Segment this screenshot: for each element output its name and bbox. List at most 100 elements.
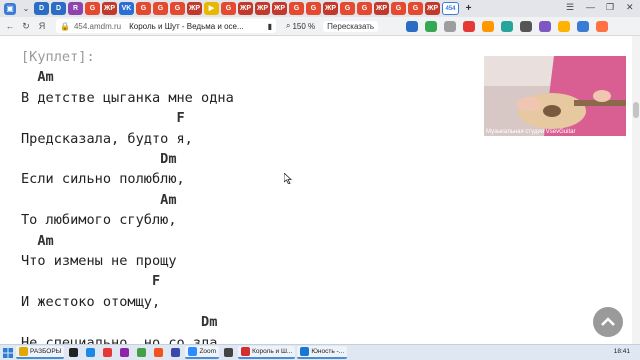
taskbar-app[interactable]	[221, 346, 236, 359]
video-player[interactable]: Музыкальная студия VsevGuitar	[484, 56, 626, 136]
address-domain: 454.amdm.ru	[73, 21, 122, 31]
app-icon	[69, 348, 79, 357]
taskbar-app-label: Король и Ш...	[252, 348, 293, 355]
taskbar-app-label: РАЗБОРЫ	[30, 348, 62, 355]
browser-tab[interactable]: R	[68, 2, 83, 15]
browser-tab[interactable]: G	[306, 2, 321, 15]
browser-tab[interactable]: ЖР	[102, 2, 117, 15]
section-heading: [Куплет]:	[21, 49, 95, 65]
browser-tab[interactable]: ЖР	[323, 2, 338, 15]
tabs-container: D D R G ЖР VK G G G ЖР ▶ G ЖР ЖР ЖР G G ЖР G G ЖР G G ЖР	[32, 2, 440, 15]
video-frame	[484, 56, 626, 136]
taskbar-app[interactable]	[100, 346, 115, 359]
extension-icon[interactable]	[577, 20, 590, 32]
browser-tab[interactable]: G	[340, 2, 355, 15]
maximize-icon[interactable]: ❐	[606, 2, 614, 13]
lyric-line: Предсказала, будто я,	[21, 130, 193, 147]
extension-icon[interactable]	[482, 20, 495, 32]
taskbar-app[interactable]	[151, 346, 166, 359]
system-clock[interactable]: 18:41	[614, 348, 630, 355]
taskbar-app[interactable]	[83, 346, 98, 359]
browser-tab[interactable]: ЖР	[374, 2, 389, 15]
app-icon	[224, 348, 234, 357]
browser-tab[interactable]: ЖР	[255, 2, 270, 15]
reload-icon[interactable]: ↻	[20, 21, 32, 32]
zoom-indicator[interactable]: ⌕ 150 %	[286, 21, 315, 31]
mouse-cursor-icon	[284, 173, 292, 184]
app-icon	[86, 348, 96, 357]
extension-icon[interactable]	[444, 20, 457, 32]
scrollbar-thumb[interactable]	[633, 102, 639, 118]
lock-icon: 🔒	[60, 21, 70, 31]
extension-icon[interactable]	[425, 20, 438, 32]
close-icon[interactable]: ✕	[626, 2, 634, 13]
bookmark-icon[interactable]: ▮	[268, 22, 272, 31]
extension-icon[interactable]	[463, 20, 476, 32]
chord-line: Am	[21, 191, 177, 208]
browser-tab[interactable]: G	[153, 2, 168, 15]
lyric-line: В детстве цыганка мне одна	[21, 89, 234, 106]
extension-icon[interactable]	[406, 20, 419, 32]
scroll-to-top-button[interactable]	[593, 307, 623, 337]
bookmarks-icon[interactable]: ☰	[566, 2, 574, 13]
browser-tab[interactable]: G	[136, 2, 151, 15]
browser-tab[interactable]: VK	[119, 2, 134, 15]
app-icon	[188, 347, 198, 356]
retell-button[interactable]: Пересказать	[323, 20, 379, 32]
browser-tab[interactable]: G	[357, 2, 372, 15]
browser-tab[interactable]: D	[51, 2, 66, 15]
extension-icon[interactable]	[558, 20, 571, 32]
browser-tab[interactable]: D	[34, 2, 49, 15]
minimize-icon[interactable]: —	[586, 2, 595, 12]
browser-tab[interactable]: G	[221, 2, 236, 15]
taskbar-app[interactable]	[134, 346, 149, 359]
app-icon	[171, 348, 181, 357]
yandex-icon[interactable]: Я	[36, 21, 48, 31]
taskbar-app-label: Юность -...	[311, 348, 345, 355]
app-icon	[103, 348, 113, 357]
zoom-icon: ⌕	[286, 21, 291, 30]
browser-tab[interactable]: ЖР	[272, 2, 287, 15]
app-icon	[120, 348, 130, 357]
taskbar-app[interactable]: Юность -...	[297, 346, 348, 359]
browser-tab[interactable]: G	[408, 2, 423, 15]
address-bar[interactable]: 🔒 454.amdm.ru Король и Шут - Ведьма и ос…	[56, 19, 276, 33]
taskbar-app[interactable]: Король и Ш...	[238, 346, 296, 359]
taskbar-app-label: Zoom	[199, 348, 217, 355]
page-scrollbar[interactable]	[632, 36, 640, 344]
chord-line: F	[21, 110, 185, 127]
browser-tab-strip: ▣ ⌄ D D R G ЖР VK G G G ЖР ▶ G ЖР ЖР ЖР G G ЖР G G ЖР G G ЖР 45…	[0, 0, 640, 17]
taskbar-app[interactable]	[117, 346, 132, 359]
tab-list-icon[interactable]: ⌄	[20, 3, 32, 15]
browser-tab[interactable]: G	[170, 2, 185, 15]
extension-icon[interactable]	[596, 20, 609, 32]
extension-icon[interactable]	[501, 20, 514, 32]
tab-active[interactable]: 454	[442, 2, 459, 15]
taskbar-app[interactable]: РАЗБОРЫ	[16, 346, 65, 359]
app-icon	[300, 347, 310, 356]
sidebar-toggle-icon[interactable]: ▣	[4, 2, 16, 15]
taskbar-app[interactable]: Zoom	[185, 346, 220, 359]
browser-tab[interactable]: G	[85, 2, 100, 15]
back-icon[interactable]: ←	[4, 21, 16, 31]
browser-tab[interactable]: ▶	[204, 2, 219, 15]
taskbar-app[interactable]	[168, 346, 183, 359]
zoom-level: 150 %	[292, 21, 316, 31]
browser-tab[interactable]: ЖР	[187, 2, 202, 15]
video-caption: Музыкальная студия VsevGuitar	[486, 129, 576, 135]
lyrics-block: [Куплет]: Am В детстве цыганка мне одна F…	[21, 47, 234, 344]
browser-tab[interactable]: ЖР	[238, 2, 253, 15]
browser-tab[interactable]: G	[289, 2, 304, 15]
extension-icon[interactable]	[539, 20, 552, 32]
browser-toolbar: ← ↻ Я 🔒 454.amdm.ru Король и Шут - Ведьм…	[0, 17, 640, 36]
app-icon	[241, 347, 251, 356]
taskbar-items: РАЗБОРЫ Zoom Король и Ш... Юность -...	[14, 346, 348, 359]
address-page-title: Король и Шут - Ведьма и осе...	[129, 21, 244, 31]
taskbar-app[interactable]	[66, 346, 81, 359]
chord-line: Am	[21, 69, 54, 86]
windows-start-icon[interactable]	[2, 347, 14, 359]
browser-tab[interactable]: ЖР	[425, 2, 440, 15]
new-tab-button[interactable]: +	[461, 2, 476, 15]
browser-tab[interactable]: G	[391, 2, 406, 15]
extension-icon[interactable]	[520, 20, 533, 32]
